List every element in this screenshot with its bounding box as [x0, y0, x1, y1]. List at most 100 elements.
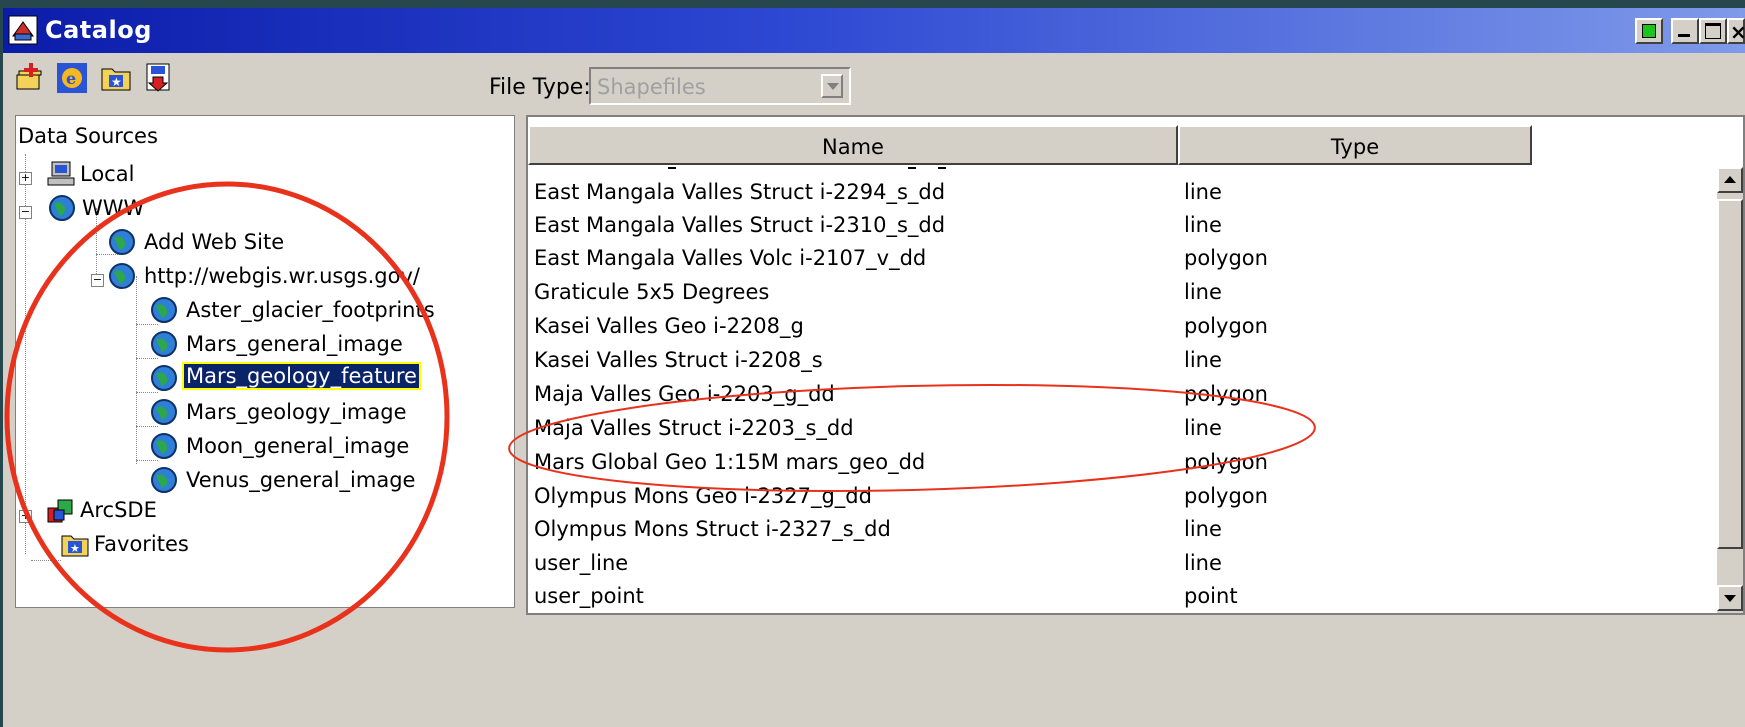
add-data-icon[interactable] — [13, 61, 47, 95]
row-name: Kasei Valles Struct i-2208_s — [534, 348, 823, 372]
svg-text:★: ★ — [111, 75, 122, 89]
restore-tool-button[interactable] — [1635, 18, 1663, 44]
globe-icon — [49, 195, 75, 221]
row-type: polygon — [1184, 314, 1268, 338]
globe-icon — [151, 297, 177, 323]
svg-text:e: e — [66, 69, 76, 88]
table-row[interactable]: East Mangala Valles Struct i-2310_s_dd li… — [534, 213, 1222, 246]
row-name: East Mangala Valles Struct i-2294_s_dd — [534, 180, 946, 204]
table-row[interactable]: Graticule 5x5 Degrees line — [534, 280, 1222, 313]
row-name: Maja Valles Struct i-2203_s_dd — [534, 416, 854, 440]
tree-connector — [136, 276, 137, 464]
row-name: Maja Valles Geo i-2203_g_dd — [534, 382, 835, 406]
favorites-folder-icon: ★ — [61, 535, 89, 557]
scroll-thumb[interactable] — [1717, 199, 1743, 549]
tree-item-favorites[interactable]: Favorites — [94, 532, 189, 556]
scroll-up-button[interactable] — [1717, 167, 1743, 193]
status-bar — [15, 619, 1745, 719]
table-row[interactable]: East Mangala Valles Struct i-2294_s_dd li… — [534, 180, 1222, 213]
tree-item-add-web-site[interactable]: Add Web Site — [144, 230, 284, 254]
tree-item-www[interactable]: WWW — [82, 196, 144, 220]
tree-service-item[interactable]: Moon_general_image — [186, 434, 409, 458]
row-type: line — [1184, 416, 1222, 440]
folder-favorites-icon[interactable]: ★ — [99, 61, 133, 95]
internet-explorer-icon[interactable]: e — [55, 61, 89, 95]
close-icon: × — [1730, 20, 1745, 44]
row-name: Olympus Mons Geo i-2327_g_dd — [534, 484, 872, 508]
row-name: Olympus Mons Struct i-2327_s_dd — [534, 517, 891, 541]
contents-list[interactable]: Name Type East Mangala Valles Struct i-2… — [526, 115, 1745, 615]
computer-icon — [47, 161, 75, 186]
data-sources-tree[interactable]: Data Sources + Local − WWW Add Web Site … — [15, 115, 515, 608]
row-type: line — [1184, 551, 1222, 575]
svg-text:★: ★ — [70, 542, 80, 555]
toolbar: e ★ File Type: Shapefiles — [3, 53, 1745, 115]
tree-connector — [136, 460, 158, 461]
tree-root-label: Data Sources — [18, 124, 158, 148]
table-row[interactable]: user_point point — [534, 584, 1238, 613]
globe-icon — [151, 399, 177, 425]
file-type-label: File Type: — [489, 75, 591, 100]
scroll-down-button[interactable] — [1717, 585, 1743, 611]
globe-icon — [151, 365, 177, 391]
expand-local-button[interactable]: + — [19, 172, 32, 185]
row-type: line — [1184, 280, 1222, 304]
arcsde-icon — [47, 499, 73, 523]
row-type: polygon — [1184, 450, 1268, 474]
table-row[interactable]: Maja Valles Geo i-2203_g_dd polygon — [534, 382, 1268, 415]
table-row[interactable]: Olympus Mons Struct i-2327_s_dd line — [534, 517, 1222, 550]
row-name: East Mangala Valles Struct i-2310_s_dd — [534, 213, 946, 237]
tree-service-item-selected[interactable]: Mars_geology_feature — [182, 362, 421, 390]
globe-icon — [109, 229, 135, 255]
column-header-name[interactable]: Name — [528, 125, 1178, 165]
row-name: East Mangala Valles Volc i-2107_v_dd — [534, 246, 927, 270]
tree-service-item[interactable]: Aster_glacier_footprints — [186, 298, 435, 322]
tree-connector — [136, 426, 158, 427]
row-type: polygon — [1184, 246, 1268, 270]
globe-icon — [151, 331, 177, 357]
row-name: Graticule 5x5 Degrees — [534, 280, 770, 304]
pane-splitter[interactable] — [518, 115, 526, 608]
row-type: polygon — [1184, 484, 1268, 508]
table-row[interactable]: user_line line — [534, 551, 1222, 584]
collapse-www-button[interactable]: − — [19, 206, 32, 219]
tree-service-item[interactable]: Venus_general_image — [186, 468, 415, 492]
tree-service-item[interactable]: Mars_general_image — [186, 332, 403, 356]
minimize-button[interactable] — [1671, 18, 1699, 44]
clipped-row-remnant — [528, 167, 1528, 173]
collapse-server-button[interactable]: − — [91, 274, 104, 287]
green-square-icon — [1642, 24, 1656, 38]
row-type: line — [1184, 213, 1222, 237]
title-bar[interactable]: Catalog × — [3, 8, 1745, 53]
tree-item-server[interactable]: http://webgis.wr.usgs.gov/ — [144, 264, 420, 288]
row-type: line — [1184, 517, 1222, 541]
tree-item-local[interactable]: Local — [80, 162, 134, 186]
chevron-down-icon — [827, 83, 839, 90]
table-row[interactable]: Kasei Valles Geo i-2208_g polygon — [534, 314, 1268, 347]
table-row[interactable]: Olympus Mons Geo i-2327_g_dd polygon — [534, 484, 1268, 517]
dropdown-arrow-button[interactable] — [821, 74, 843, 98]
file-type-value: Shapefiles — [597, 75, 706, 99]
table-row[interactable]: East Mangala Valles Volc i-2107_v_dd poly… — [534, 246, 1268, 279]
table-row[interactable]: Maja Valles Struct i-2203_s_dd line — [534, 416, 1222, 449]
table-row[interactable]: Kasei Valles Struct i-2208_s line — [534, 348, 1222, 381]
tree-item-arcsde[interactable]: ArcSDE — [80, 498, 157, 522]
arrow-up-icon — [1724, 176, 1736, 183]
maximize-icon — [1705, 23, 1721, 39]
save-down-icon[interactable] — [141, 61, 175, 95]
globe-icon — [109, 263, 135, 289]
vertical-scrollbar[interactable] — [1717, 167, 1743, 613]
window-title: Catalog — [45, 16, 152, 44]
row-name: user_point — [534, 584, 644, 608]
row-type: line — [1184, 348, 1222, 372]
tree-service-item[interactable]: Mars_geology_image — [186, 400, 407, 424]
row-name: Mars Global Geo 1:15M mars_geo_dd — [534, 450, 926, 474]
maximize-button[interactable] — [1699, 18, 1727, 44]
close-button[interactable]: × — [1727, 18, 1745, 44]
expand-arcsde-button[interactable]: + — [19, 510, 32, 523]
file-type-dropdown[interactable]: Shapefiles — [589, 67, 851, 105]
table-row[interactable]: Mars Global Geo 1:15M mars_geo_dd polygon — [534, 450, 1268, 483]
column-header-type[interactable]: Type — [1178, 125, 1532, 165]
row-type: point — [1184, 584, 1238, 608]
row-type: polygon — [1184, 382, 1268, 406]
